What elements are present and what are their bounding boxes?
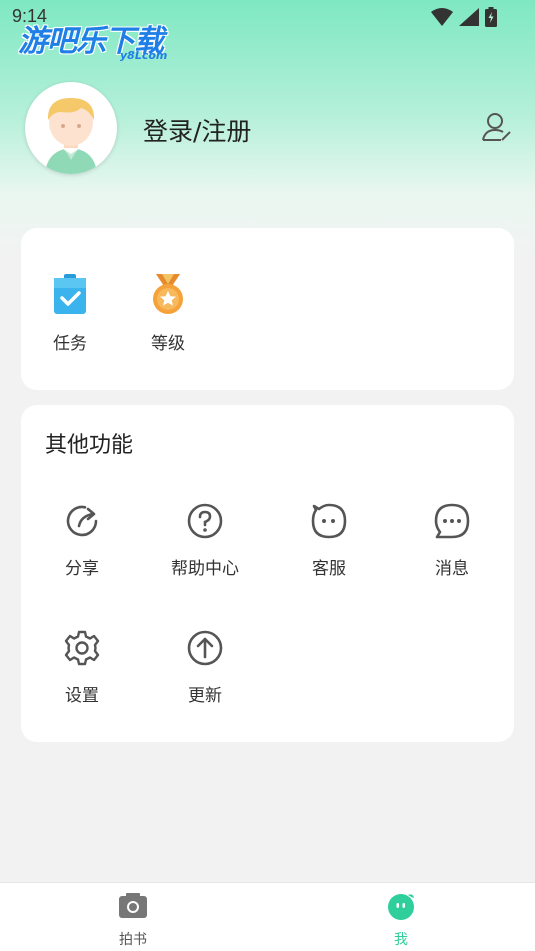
bottom-tab-bar: 拍书 我: [0, 882, 535, 951]
customer-service-button[interactable]: 客服: [274, 502, 384, 579]
update-icon: [187, 630, 223, 666]
task-label: 任务: [53, 334, 87, 354]
message-icon: [434, 503, 470, 539]
me-icon: [388, 894, 414, 920]
wifi-icon: [431, 8, 453, 26]
level-label: 等级: [151, 334, 185, 354]
settings-icon: [64, 630, 100, 666]
customer-service-icon: [311, 503, 347, 539]
quick-actions-card: 任务 等级: [21, 228, 514, 390]
customer-service-label: 客服: [312, 559, 346, 579]
edit-profile-icon[interactable]: [481, 110, 513, 144]
level-entry[interactable]: 等级: [128, 272, 208, 354]
tab-me[interactable]: 我: [351, 891, 451, 949]
signal-icon: [459, 8, 479, 26]
camera-icon: [119, 893, 147, 918]
clipboard-check-icon: [54, 274, 86, 314]
task-entry[interactable]: 任务: [30, 272, 110, 354]
battery-icon: [485, 7, 497, 27]
settings-label: 设置: [65, 686, 99, 706]
tab-photo-book[interactable]: 拍书: [83, 891, 183, 949]
avatar[interactable]: [25, 82, 117, 174]
watermark-sub-text: y8Lcom: [120, 49, 168, 62]
other-functions-title: 其他功能: [45, 433, 134, 458]
settings-button[interactable]: 设置: [27, 629, 137, 706]
share-button[interactable]: 分享: [27, 502, 137, 579]
update-button[interactable]: 更新: [150, 629, 260, 706]
login-register-link[interactable]: 登录/注册: [143, 112, 251, 148]
update-label: 更新: [188, 686, 222, 706]
tab-photo-book-label: 拍书: [119, 932, 147, 948]
status-icons: [431, 7, 497, 27]
share-label: 分享: [65, 559, 99, 579]
message-button[interactable]: 消息: [397, 502, 507, 579]
medal-icon: [153, 274, 183, 314]
help-center-button[interactable]: 帮助中心: [150, 502, 260, 579]
tab-me-label: 我: [394, 932, 408, 948]
other-functions-card: 其他功能 分享 帮助中心 客服 消息 设置 更新: [21, 405, 514, 742]
help-center-label: 帮助中心: [171, 559, 239, 579]
share-icon: [66, 505, 98, 537]
avatar-boy-icon: [45, 98, 97, 174]
watermark-logo: 游吧乐下载 y8Lcom: [18, 16, 188, 66]
message-label: 消息: [435, 559, 469, 579]
help-icon: [187, 503, 223, 539]
